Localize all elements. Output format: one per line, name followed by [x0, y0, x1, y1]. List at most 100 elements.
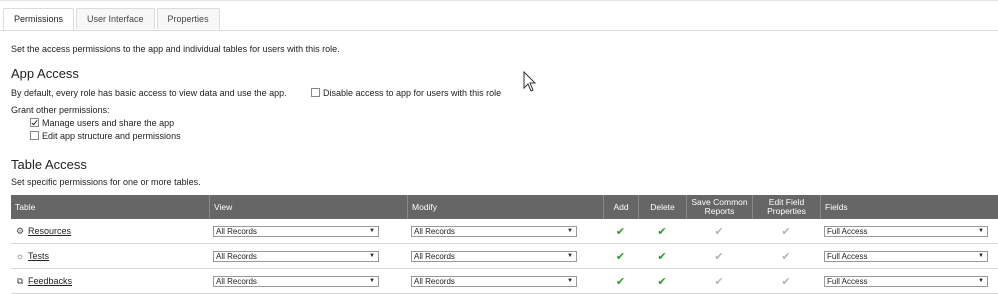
modify-cell: All Records ▼	[411, 269, 603, 293]
col-header-delete: Delete	[638, 195, 686, 219]
manage-users-checkbox[interactable]	[30, 118, 39, 128]
modify-select[interactable]: All Records ▼	[411, 275, 577, 287]
mouse-cursor-icon	[523, 71, 537, 92]
app-access-heading: App Access	[11, 66, 79, 81]
delete-cell[interactable]: ✔	[638, 244, 686, 268]
view-select[interactable]: All Records ▼	[213, 275, 379, 287]
dropdown-arrow-icon: ▼	[978, 253, 984, 259]
table-link-feedbacks[interactable]: Feedbacks	[28, 276, 72, 286]
feedbacks-icon: ⧉	[16, 275, 24, 286]
disable-access-label: Disable access to app for users with thi…	[323, 88, 502, 98]
manage-users-option[interactable]: Manage users and share the app	[30, 118, 174, 128]
fields-select[interactable]: Full Access ▼	[824, 225, 988, 237]
tab-permissions[interactable]: Permissions	[3, 8, 75, 31]
table-access-heading: Table Access	[11, 157, 87, 172]
edit-structure-option[interactable]: Edit app structure and permissions	[30, 131, 181, 141]
fields-select-value: Full Access	[827, 226, 868, 236]
delete-cell[interactable]: ✔	[638, 269, 686, 293]
col-header-view: View	[209, 195, 407, 219]
check-icon[interactable]: ✔	[616, 250, 625, 263]
edit-field-cell[interactable]: ✔	[752, 244, 820, 268]
save-reports-cell[interactable]: ✔	[686, 219, 752, 243]
dropdown-arrow-icon: ▼	[567, 228, 573, 234]
modify-select-value: All Records	[414, 226, 455, 236]
modify-cell: All Records ▼	[411, 244, 603, 268]
check-icon[interactable]: ✔	[714, 275, 723, 288]
table-header-row: Table View Modify Add Delete Save Common…	[11, 195, 998, 219]
fields-select-value: Full Access	[827, 276, 868, 286]
check-icon[interactable]: ✔	[781, 225, 790, 238]
fields-select[interactable]: Full Access ▼	[824, 250, 988, 262]
delete-cell[interactable]: ✔	[638, 219, 686, 243]
view-cell: All Records ▼	[213, 269, 407, 293]
view-cell: All Records ▼	[213, 219, 407, 243]
view-cell: All Records ▼	[213, 244, 407, 268]
fields-cell: Full Access ▼	[824, 244, 998, 268]
check-icon[interactable]: ✔	[714, 225, 723, 238]
dropdown-arrow-icon: ▼	[369, 228, 375, 234]
check-icon[interactable]: ✔	[616, 225, 625, 238]
check-icon[interactable]: ✔	[657, 275, 666, 288]
dropdown-arrow-icon: ▼	[978, 278, 984, 284]
col-header-fields: Fields	[820, 195, 998, 219]
add-cell[interactable]: ✔	[603, 244, 638, 268]
app-access-default-text: By default, every role has basic access …	[11, 88, 287, 98]
add-cell[interactable]: ✔	[603, 219, 638, 243]
col-header-modify: Modify	[407, 195, 603, 219]
modify-cell: All Records ▼	[411, 219, 603, 243]
top-divider	[0, 0, 998, 1]
col-header-table: Table	[15, 202, 36, 212]
resources-icon: ⚙	[15, 225, 25, 236]
modify-select-value: All Records	[414, 276, 455, 286]
dropdown-arrow-icon: ▼	[369, 278, 375, 284]
view-select[interactable]: All Records ▼	[213, 225, 379, 237]
table-name-cell: ☼ Tests	[11, 244, 209, 268]
table-row: ⚙ Resources All Records ▼ All Records ▼ ✔ …	[11, 219, 998, 244]
edit-structure-checkbox[interactable]	[30, 131, 39, 141]
tab-divider	[0, 30, 998, 31]
grant-permissions-label: Grant other permissions:	[11, 105, 110, 115]
check-icon[interactable]: ✔	[657, 225, 666, 238]
table-access-subtext: Set specific permissions for one or more…	[11, 177, 201, 187]
view-select-value: All Records	[216, 276, 257, 286]
modify-select[interactable]: All Records ▼	[411, 250, 577, 262]
intro-text: Set the access permissions to the app an…	[11, 44, 340, 54]
table-link-resources[interactable]: Resources	[28, 226, 71, 236]
tab-properties[interactable]: Properties	[156, 8, 220, 29]
tab-user-interface[interactable]: User Interface	[76, 8, 155, 29]
check-icon[interactable]: ✔	[616, 275, 625, 288]
table-link-tests[interactable]: Tests	[28, 251, 49, 261]
fields-select-value: Full Access	[827, 251, 868, 261]
check-icon[interactable]: ✔	[657, 250, 666, 263]
check-icon[interactable]: ✔	[781, 275, 790, 288]
manage-users-label: Manage users and share the app	[42, 118, 175, 128]
edit-field-cell[interactable]: ✔	[752, 269, 820, 293]
modify-select-value: All Records	[414, 251, 455, 261]
view-select-value: All Records	[216, 251, 257, 261]
dropdown-arrow-icon: ▼	[369, 253, 375, 259]
view-select[interactable]: All Records ▼	[213, 250, 379, 262]
table-row: ☼ Tests All Records ▼ All Records ▼ ✔ ✔ ✔ …	[11, 244, 998, 269]
dropdown-arrow-icon: ▼	[567, 278, 573, 284]
fields-select[interactable]: Full Access ▼	[824, 275, 988, 287]
col-header-save-reports: Save Common Reports	[686, 195, 752, 219]
check-icon[interactable]: ✔	[781, 250, 790, 263]
save-reports-cell[interactable]: ✔	[686, 244, 752, 268]
table-name-cell: ⧉ Feedbacks	[11, 269, 209, 293]
disable-access-checkbox[interactable]	[311, 88, 320, 98]
save-reports-cell[interactable]: ✔	[686, 269, 752, 293]
view-select-value: All Records	[216, 226, 257, 236]
table-name-cell: ⚙ Resources	[11, 219, 209, 243]
table-access-grid: Table View Modify Add Delete Save Common…	[11, 195, 998, 294]
edit-field-cell[interactable]: ✔	[752, 219, 820, 243]
tests-icon: ☼	[15, 251, 25, 261]
dropdown-arrow-icon: ▼	[567, 253, 573, 259]
dropdown-arrow-icon: ▼	[978, 228, 984, 234]
modify-select[interactable]: All Records ▼	[411, 225, 577, 237]
fields-cell: Full Access ▼	[824, 219, 998, 243]
tab-bar: Permissions User Interface Properties	[3, 8, 222, 31]
col-header-edit-field: Edit Field Properties	[752, 195, 820, 219]
check-icon[interactable]: ✔	[714, 250, 723, 263]
add-cell[interactable]: ✔	[603, 269, 638, 293]
disable-access-option[interactable]: Disable access to app for users with thi…	[311, 88, 501, 98]
